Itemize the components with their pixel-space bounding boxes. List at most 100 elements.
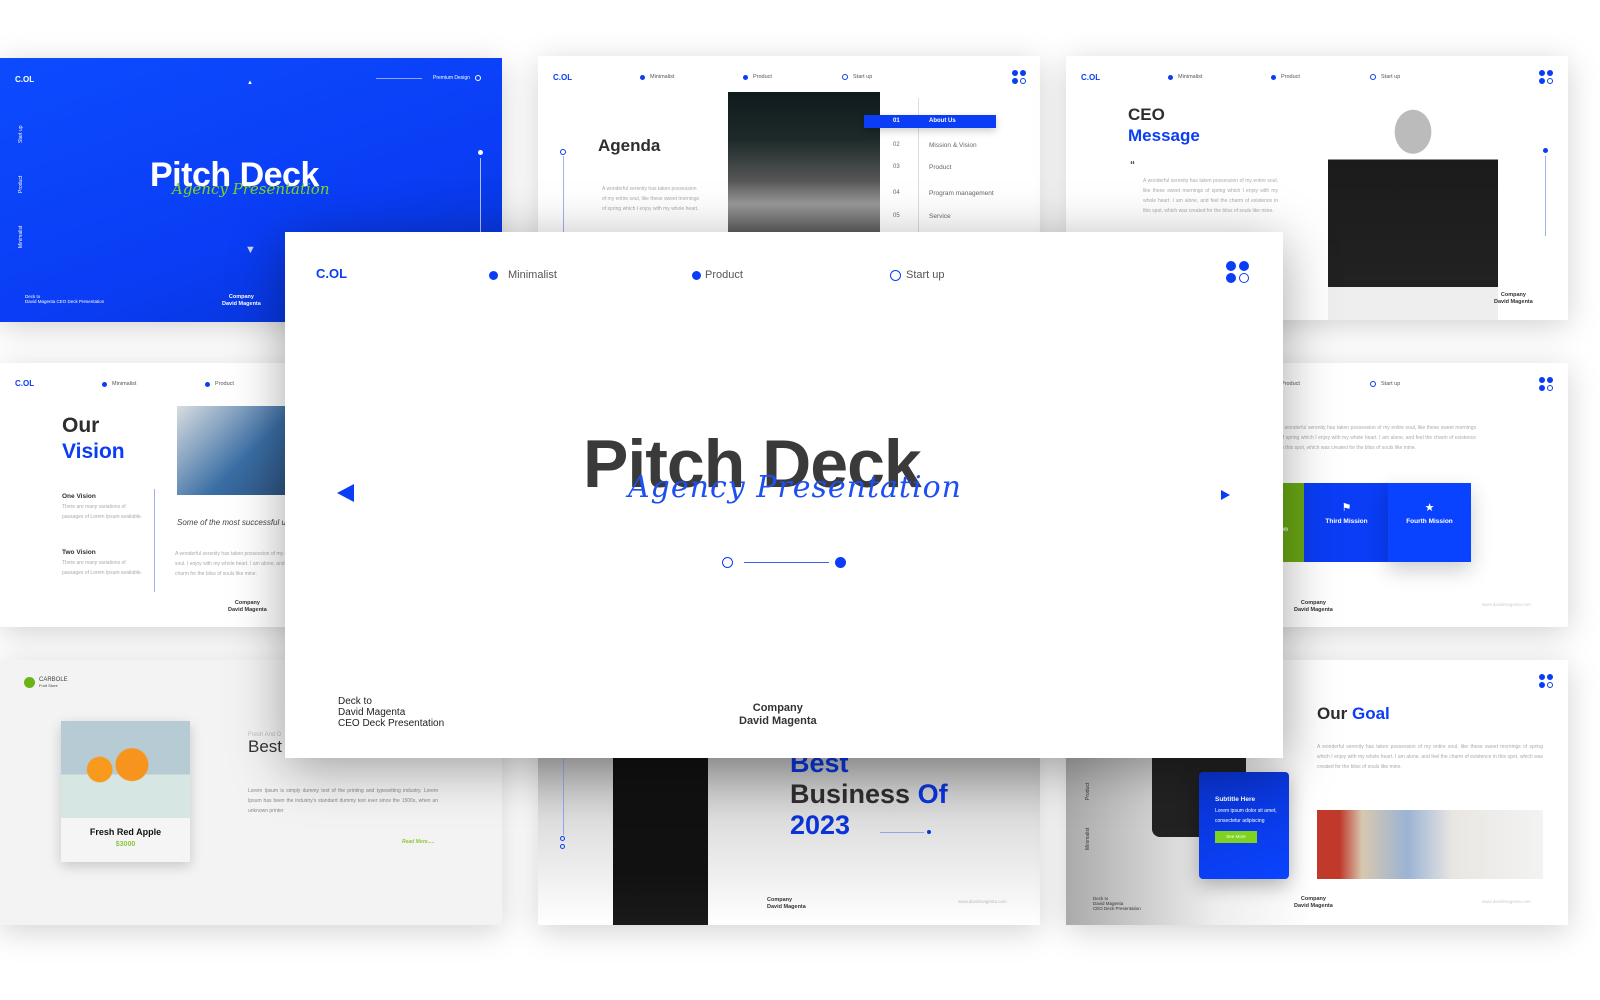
- see-more-button[interactable]: See More: [1215, 831, 1257, 843]
- company-name: David Magenta: [1494, 299, 1533, 305]
- agenda-item[interactable]: About Us: [929, 118, 956, 124]
- ring-icon: [1370, 74, 1376, 80]
- prev-slide-button[interactable]: [337, 484, 354, 502]
- vision-item: Two Vision There are many variations of p…: [62, 549, 147, 578]
- company-label: Company: [752, 702, 803, 714]
- escalator-image: [728, 92, 880, 252]
- brand-logo: C.OL: [15, 379, 35, 388]
- goal-title: Our Goal: [1317, 704, 1390, 724]
- vision-item-text: There are many variations of passages of…: [62, 504, 143, 520]
- cover-script: Agency Presentation: [172, 180, 330, 198]
- vision-item-title: Two Vision: [62, 549, 96, 556]
- nav-label: Minimalist: [650, 74, 675, 80]
- business-line-3: 2023: [790, 810, 851, 840]
- company-name: David Magenta: [739, 715, 817, 727]
- menu-dots-icon[interactable]: [1539, 377, 1553, 391]
- store-brand: CARBOLE Fruit Store: [39, 677, 68, 689]
- brand-logo: C.OL: [553, 73, 573, 82]
- nav-product[interactable]: Product: [692, 269, 743, 281]
- agenda-num: 03: [893, 164, 900, 170]
- website-link[interactable]: www.davidmagenta.com: [1482, 899, 1531, 904]
- pager-line: [744, 562, 829, 563]
- nav-minimalist[interactable]: Minimalist: [489, 269, 557, 281]
- ceo-text: A wonderful serenity has taken possessio…: [1143, 178, 1278, 214]
- sketch-photo: [1317, 810, 1543, 879]
- agenda-num: 04: [893, 190, 900, 196]
- company: Company David Magenta: [1494, 292, 1533, 306]
- nav-startup[interactable]: Start up: [890, 269, 945, 281]
- flag-person-icon: ⚑: [1341, 502, 1352, 514]
- nav-label: Start up: [1381, 74, 1401, 80]
- nav-product[interactable]: Product: [743, 74, 772, 80]
- company: Company David Magenta: [222, 294, 261, 308]
- down-arrow-icon[interactable]: ▼: [245, 244, 256, 256]
- company: Company David Magenta: [767, 897, 806, 911]
- deck-to: Deck to David Magenta CEO Deck Presentatio…: [1093, 896, 1141, 911]
- agenda-item[interactable]: Mission & Vision: [929, 142, 977, 149]
- side-minimalist[interactable]: Minimalist: [18, 226, 24, 248]
- person-star-icon: ★: [1424, 502, 1435, 514]
- main-slide[interactable]: C.OL Minimalist Product Start up Pitch D…: [285, 232, 1283, 758]
- deck-to-name: David Magenta: [338, 707, 406, 718]
- menu-dots-icon[interactable]: [1539, 70, 1553, 84]
- agenda-item[interactable]: Product: [929, 164, 951, 171]
- ring-icon: [560, 844, 565, 849]
- nav-label: Minimalist: [112, 381, 137, 387]
- nav-startup[interactable]: Start up: [842, 74, 872, 80]
- nav-minimalist[interactable]: Minimalist: [102, 381, 136, 387]
- company-label: Company: [234, 600, 260, 606]
- next-slide-button[interactable]: [1221, 490, 1230, 500]
- pager-ring[interactable]: [722, 557, 733, 568]
- website-link[interactable]: www.davidmagenta.com: [1482, 602, 1531, 607]
- mission-card-fourth[interactable]: ★ Fourth Mission: [1388, 483, 1471, 562]
- agenda-item[interactable]: Program management: [929, 190, 994, 197]
- mission-card-third[interactable]: ⚑ Third Mission: [1304, 483, 1389, 562]
- dot-icon: [1271, 74, 1276, 80]
- agenda-item[interactable]: Service: [929, 213, 951, 220]
- nav-label: Product: [705, 269, 743, 281]
- ceo-photo: [1328, 90, 1498, 320]
- menu-dots-icon[interactable]: [1012, 70, 1026, 84]
- scroll-line: [1545, 156, 1546, 236]
- dot-icon: [1168, 74, 1173, 80]
- company-name: David Magenta: [1294, 903, 1333, 909]
- scroll-dot[interactable]: [478, 150, 483, 155]
- oranges-image: [61, 721, 190, 818]
- dot-icon: [205, 381, 210, 387]
- menu-dots-icon[interactable]: [1226, 261, 1250, 283]
- vision-divider: [154, 489, 155, 592]
- side-product[interactable]: Product: [18, 176, 24, 193]
- nav-startup[interactable]: Start up: [1370, 381, 1400, 387]
- website-link[interactable]: www.davidmagenta.com: [958, 899, 1007, 904]
- menu-dots-icon[interactable]: [1539, 674, 1553, 688]
- fruit-text: Lorem Ipsum is simply dummy text of the …: [248, 788, 438, 814]
- deck-to-desc: CEO Deck Presentation: [338, 718, 445, 729]
- side-minimalist[interactable]: Minimalist: [1085, 828, 1091, 850]
- pager-dot[interactable]: [835, 557, 846, 568]
- goal-title-2: Goal: [1351, 704, 1390, 723]
- vision-title-1: Our: [62, 414, 100, 437]
- agenda-text: A wonderful serenity has taken possessio…: [602, 186, 699, 212]
- business-word-blue: Of: [917, 779, 948, 809]
- deck-to-desc: CEO Deck Presentation: [1093, 906, 1141, 911]
- vision-item-title: One Vision: [62, 493, 96, 500]
- brand-logo: C.OL: [15, 75, 35, 84]
- woman-on-stool-photo: [613, 750, 708, 925]
- business-word: Business: [790, 779, 911, 809]
- nav-product[interactable]: Product: [1271, 74, 1300, 80]
- divider: [880, 832, 924, 833]
- up-arrow-icon[interactable]: ▲: [247, 80, 253, 86]
- nav-product[interactable]: Product: [205, 381, 234, 387]
- side-startup[interactable]: Start up: [18, 125, 24, 143]
- read-more-link[interactable]: Read More.....: [402, 839, 435, 845]
- deck-to-line: Deck to: [338, 696, 372, 707]
- product-card[interactable]: Fresh Red Apple $3000: [61, 721, 190, 862]
- nav-startup[interactable]: Start up: [1370, 74, 1400, 80]
- side-product[interactable]: Product: [1085, 783, 1091, 800]
- company-name: David Magenta: [222, 301, 261, 307]
- nav-minimalist[interactable]: Minimalist: [640, 74, 674, 80]
- nav-minimalist[interactable]: Minimalist: [1168, 74, 1202, 80]
- scroll-dot[interactable]: [1543, 148, 1548, 153]
- company: Company David Magenta: [1294, 896, 1333, 910]
- brand-logo: C.OL: [316, 266, 348, 281]
